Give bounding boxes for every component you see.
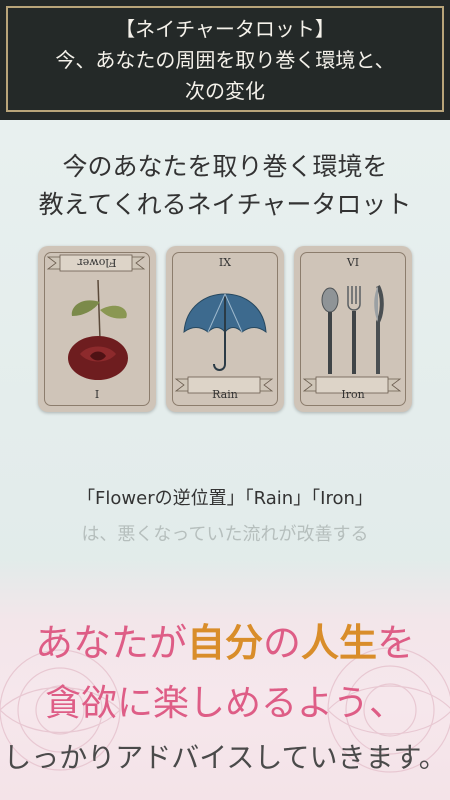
header-line-1: 【ネイチャータロット】 — [115, 17, 335, 41]
promo-highlight-life: 人生 — [301, 620, 378, 665]
intro-heading: 今のあなたを取り巻く環境を 教えてくれるネイチャータロット — [0, 148, 450, 224]
header-banner: 【ネイチャータロット】 今、あなたの周囲を取り巻く環境と、 次の変化 — [0, 0, 450, 120]
promo-text: の — [262, 621, 301, 665]
tarot-card-flower[interactable]: Flower I — [38, 246, 156, 412]
cutlery-icon — [321, 285, 384, 374]
card-title: Rain — [212, 388, 238, 401]
card-number: IX — [218, 256, 232, 269]
card-title: Flower — [77, 256, 117, 269]
rose-icon — [68, 280, 128, 380]
tarot-card-iron[interactable]: VI Iron — [294, 246, 412, 412]
promo-highlight-self: 自分 — [186, 620, 263, 665]
promo-line-1: あなたが自分の人生を — [0, 612, 450, 667]
header-line-2: 今、あなたの周囲を取り巻く環境と、 — [55, 48, 395, 72]
umbrella-icon — [183, 293, 267, 371]
card-title: Iron — [341, 388, 365, 401]
header-title: 【ネイチャータロット】 今、あなたの周囲を取り巻く環境と、 次の変化 — [0, 14, 450, 107]
promo-text: を — [377, 621, 416, 665]
reading-description: 「Flowerの逆位置」「Rain」「Iron」 — [77, 488, 373, 509]
promo-line-2: 貪欲に楽しめるよう、 — [44, 683, 405, 724]
tarot-card-rain[interactable]: IX Rain — [166, 246, 284, 412]
card-number: VI — [346, 256, 360, 269]
header-line-3: 次の変化 — [185, 79, 265, 103]
reading-description-faded: は、悪くなっていた流れが改善する — [81, 524, 369, 545]
card-number: I — [94, 388, 100, 401]
intro-line-1: 今のあなたを取り巻く環境を — [62, 152, 388, 181]
promo-text: あなたが — [34, 621, 187, 665]
intro-line-2: 教えてくれるネイチャータロット — [38, 190, 412, 219]
promo-line-3: しっかりアドバイスしていきます。 — [3, 741, 447, 774]
